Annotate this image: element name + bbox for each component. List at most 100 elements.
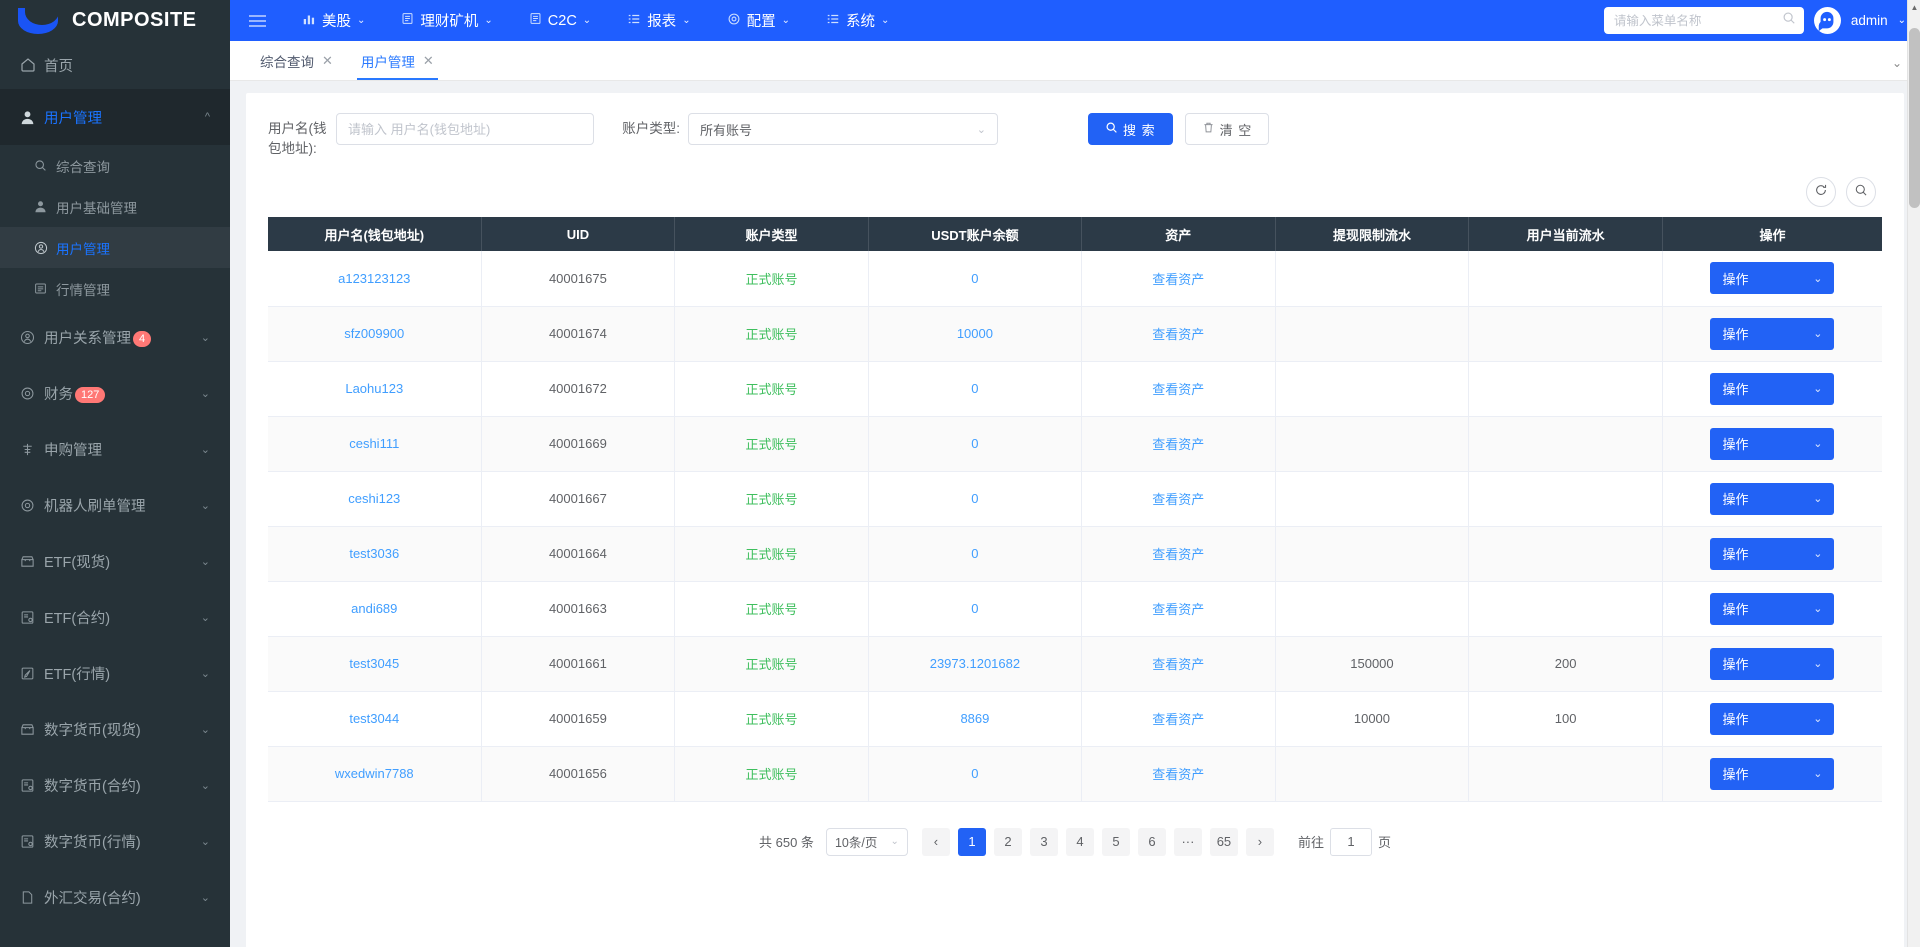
zoom-button[interactable] [1846,177,1876,207]
brand[interactable]: COMPOSITE [0,0,230,41]
sidebar-item-market-management[interactable]: 行情管理 [0,268,230,309]
page-size-select[interactable]: 10条/页 ⌄ [826,828,908,856]
action-button[interactable]: 操作⌄ [1710,758,1834,790]
chevron-down-icon[interactable]: ⌄ [1892,56,1902,70]
cell-username-value[interactable]: wxedwin7788 [335,766,414,781]
cell-assets-value[interactable]: 查看资产 [1152,602,1204,617]
pagination-page-5[interactable]: 5 [1102,828,1130,856]
page-scrollbar[interactable]: ▲ [1907,0,1920,947]
cell-username-value[interactable]: andi689 [351,601,397,616]
cell-usdt-balance[interactable]: 0 [868,746,1081,801]
action-button[interactable]: 操作⌄ [1710,262,1834,294]
cell-assets[interactable]: 查看资产 [1081,581,1275,636]
action-button[interactable]: 操作⌄ [1710,703,1834,735]
scrollbar-thumb[interactable] [1909,28,1920,208]
cell-assets[interactable]: 查看资产 [1081,471,1275,526]
cell-assets[interactable]: 查看资产 [1081,691,1275,746]
sidebar-item-comprehensive-query[interactable]: 综合查询 [0,145,230,186]
cell-username[interactable]: andi689 [268,581,481,636]
cell-assets-value[interactable]: 查看资产 [1152,327,1204,342]
clear-button[interactable]: 清 空 [1185,113,1270,145]
cell-usdt-balance-value[interactable]: 0 [971,766,978,781]
sidebar-item-user-management[interactable]: 用户管理 [0,227,230,268]
cell-username[interactable]: wxedwin7788 [268,746,481,801]
cell-assets-value[interactable]: 查看资产 [1152,382,1204,397]
action-button[interactable]: 操作⌄ [1710,428,1834,460]
cell-usdt-balance[interactable]: 0 [868,251,1081,306]
cell-username[interactable]: ceshi111 [268,416,481,471]
sidebar-item-user-relation-management[interactable]: 用户关系管理4 ⌄ [0,309,230,365]
action-button[interactable]: 操作⌄ [1710,538,1834,570]
tab-comprehensive-query[interactable]: 综合查询 ✕ [246,41,347,80]
cell-assets[interactable]: 查看资产 [1081,526,1275,581]
action-button[interactable]: 操作⌄ [1710,593,1834,625]
cell-username-value[interactable]: ceshi111 [349,436,399,451]
username-input[interactable] [336,113,594,145]
cell-usdt-balance-value[interactable]: 0 [971,546,978,561]
column-withdraw-limit-flow[interactable]: 提现限制流水 [1275,217,1469,251]
cell-assets-value[interactable]: 查看资产 [1152,492,1204,507]
action-button[interactable]: 操作⌄ [1710,373,1834,405]
cell-usdt-balance[interactable]: 0 [868,361,1081,416]
cell-assets[interactable]: 查看资产 [1081,361,1275,416]
sidebar-item-crypto-spot[interactable]: 数字货币(现货) ⌄ [0,701,230,757]
nav-item-config[interactable]: 配置 ⌄ [709,0,808,41]
menu-search[interactable] [1604,7,1804,34]
cell-usdt-balance-value[interactable]: 0 [971,436,978,451]
hamburger-icon[interactable] [230,12,284,30]
cell-assets[interactable]: 查看资产 [1081,636,1275,691]
nav-item-c2c[interactable]: C2C ⌄ [511,0,609,41]
column-uid[interactable]: UID [481,217,675,251]
chevron-up-icon[interactable]: ▲ [1908,0,1920,14]
cell-usdt-balance[interactable]: 0 [868,416,1081,471]
cell-assets[interactable]: 查看资产 [1081,746,1275,801]
pagination-page-65[interactable]: 65 [1210,828,1238,856]
pagination-page-3[interactable]: 3 [1030,828,1058,856]
nav-item-wealth-mining[interactable]: 理财矿机 ⌄ [383,0,510,41]
pagination-page-1[interactable]: 1 [958,828,986,856]
cell-username-value[interactable]: Laohu123 [345,381,403,396]
column-username[interactable]: 用户名(钱包地址) [268,217,481,251]
pagination-ellipsis[interactable]: ··· [1174,828,1202,856]
cell-username-value[interactable]: test3044 [349,711,399,726]
cell-assets[interactable]: 查看资产 [1081,416,1275,471]
cell-assets-value[interactable]: 查看资产 [1152,272,1204,287]
refresh-button[interactable] [1806,177,1836,207]
cell-username[interactable]: test3044 [268,691,481,746]
avatar[interactable] [1814,7,1841,34]
action-button[interactable]: 操作⌄ [1710,483,1834,515]
sidebar-group-user-management[interactable]: 用户管理 ^ [0,89,230,145]
cell-username-value[interactable]: test3045 [349,656,399,671]
user-name[interactable]: admin [1851,13,1888,28]
cell-assets-value[interactable]: 查看资产 [1152,547,1204,562]
pagination-prev[interactable]: ‹ [922,828,950,856]
cell-username-value[interactable]: ceshi123 [348,491,400,506]
sidebar-item-subscription-management[interactable]: 申购管理 ⌄ [0,421,230,477]
sidebar-item-finance[interactable]: 财务127 ⌄ [0,365,230,421]
sidebar-item-crypto-contract[interactable]: 数字货币(合约) ⌄ [0,757,230,813]
search-input[interactable] [1614,14,1782,28]
close-icon[interactable]: ✕ [322,53,333,69]
sidebar-item-etf-contract[interactable]: ETF(合约) ⌄ [0,589,230,645]
cell-usdt-balance-value[interactable]: 0 [971,601,978,616]
pagination-next[interactable]: › [1246,828,1274,856]
cell-usdt-balance-value[interactable]: 8869 [960,711,989,726]
column-actions[interactable]: 操作 [1662,217,1882,251]
cell-usdt-balance-value[interactable]: 23973.1201682 [930,656,1020,671]
sidebar-item-robot-order-management[interactable]: 机器人刷单管理 ⌄ [0,477,230,533]
pagination-jump-input[interactable] [1330,828,1372,856]
column-current-flow[interactable]: 用户当前流水 [1469,217,1663,251]
sidebar-item-forex-contract[interactable]: 外汇交易(合约) ⌄ [0,869,230,925]
pagination-page-2[interactable]: 2 [994,828,1022,856]
column-assets[interactable]: 资产 [1081,217,1275,251]
column-usdt-balance[interactable]: USDT账户余额 [868,217,1081,251]
cell-usdt-balance-value[interactable]: 10000 [957,326,993,341]
cell-usdt-balance[interactable]: 0 [868,471,1081,526]
action-button[interactable]: 操作⌄ [1710,318,1834,350]
sidebar-item-etf-market[interactable]: ETF(行情) ⌄ [0,645,230,701]
cell-username-value[interactable]: test3036 [349,546,399,561]
cell-assets-value[interactable]: 查看资产 [1152,437,1204,452]
tab-user-management[interactable]: 用户管理 ✕ [347,41,448,80]
cell-assets-value[interactable]: 查看资产 [1152,657,1204,672]
cell-username[interactable]: Laohu123 [268,361,481,416]
